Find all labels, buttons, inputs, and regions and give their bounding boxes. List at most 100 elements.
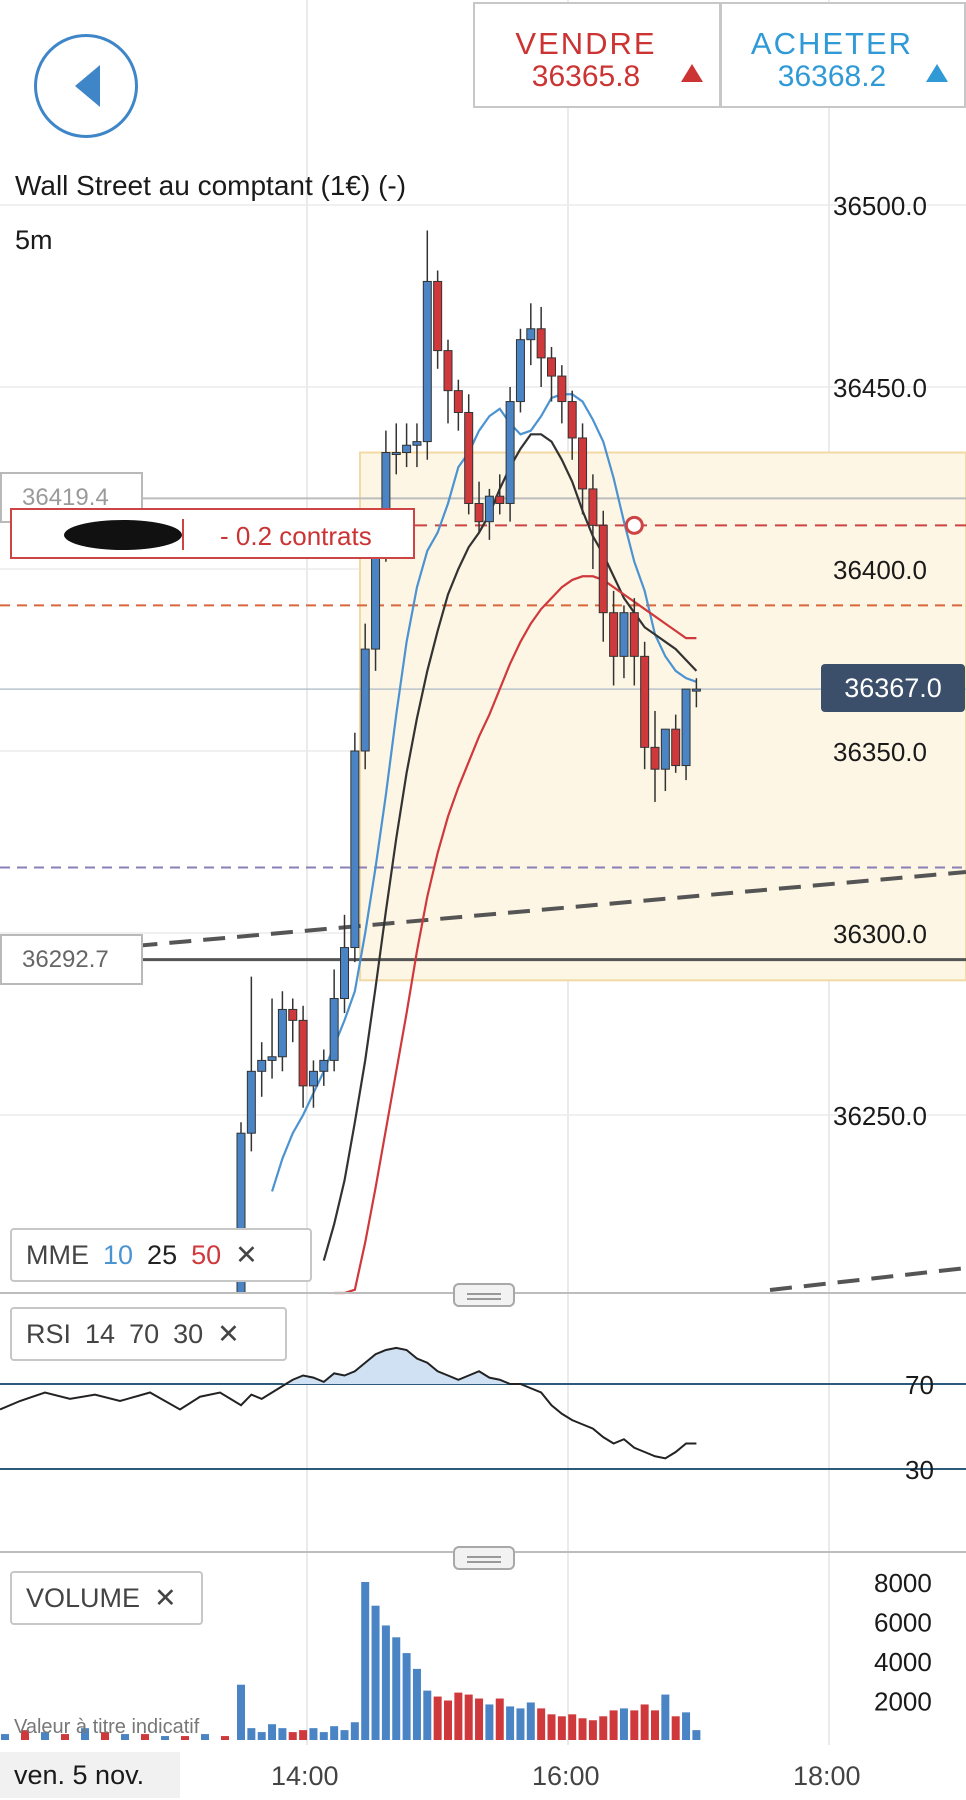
- pane-resize-handle[interactable]: [453, 1283, 515, 1307]
- price-axis-label: 36400.0: [833, 555, 927, 585]
- horizontal-line-label-lower[interactable]: 36292.7: [0, 934, 143, 985]
- ema-legend-name: MME: [26, 1240, 89, 1270]
- volume-bar-up: [412, 1668, 421, 1740]
- position-marker: [624, 515, 644, 535]
- last-price-badge: 36367.0: [821, 664, 965, 712]
- volume-bar-down: [671, 1716, 680, 1740]
- candle-up: [412, 441, 422, 446]
- volume-bar-up: [268, 1724, 277, 1740]
- pane-resize-handle[interactable]: [453, 1546, 515, 1570]
- candle-down: [536, 328, 546, 359]
- candle-down: [443, 350, 453, 392]
- candle-up: [350, 750, 360, 949]
- candle-up: [319, 1059, 329, 1072]
- volume-bar-down: [630, 1710, 639, 1740]
- buy-button[interactable]: ACHETER 36368.2: [720, 2, 966, 108]
- volume-bar-up: [361, 1582, 370, 1740]
- candle-down: [598, 524, 608, 614]
- time-axis-label: 16:00: [532, 1761, 600, 1791]
- candle-down: [557, 375, 567, 403]
- highlight-zone: [359, 451, 966, 982]
- volume-bar-down: [599, 1716, 608, 1740]
- position-separator: [182, 519, 184, 550]
- volume-bar-up: [350, 1722, 359, 1740]
- candle-up: [526, 328, 536, 341]
- volume-bar-down: [444, 1700, 452, 1740]
- ema-period-25: 25: [147, 1240, 178, 1270]
- candle-up: [681, 688, 691, 767]
- candle-down: [567, 401, 577, 439]
- volume-axis-label: 2000: [874, 1687, 932, 1717]
- volume-bar-up: [402, 1653, 411, 1740]
- back-button[interactable]: [34, 34, 138, 138]
- candle-up: [360, 648, 370, 752]
- candle-down: [288, 1008, 298, 1021]
- volume-bar-up: [485, 1704, 494, 1740]
- volume-bar-up: [278, 1728, 287, 1740]
- close-icon[interactable]: ✕: [235, 1240, 258, 1270]
- price-chart[interactable]: 36500.0 36450.0 36400.0 36350.0 36300.0 36250…: [0, 0, 966, 1800]
- volume-bar-down: [578, 1718, 587, 1740]
- back-arrow-icon: [75, 65, 100, 107]
- volume-bar-up: [692, 1730, 701, 1740]
- rsi-upper: 70: [129, 1319, 160, 1349]
- candle-down: [609, 612, 619, 657]
- ema-legend[interactable]: MME 10 25 50 ✕: [10, 1228, 312, 1282]
- volume-bar-up: [309, 1728, 318, 1740]
- candle-up: [277, 1008, 287, 1058]
- candle-down: [578, 437, 588, 490]
- candle-down: [547, 357, 556, 377]
- volume-bar-up: [506, 1706, 515, 1740]
- volume-axis-label: 4000: [874, 1647, 932, 1677]
- rsi-axis-label: 70: [905, 1370, 934, 1400]
- candle-down: [298, 1019, 308, 1087]
- ema-period-50: 50: [191, 1240, 222, 1270]
- volume-bar-up: [682, 1712, 691, 1740]
- rsi-overbought-area: [241, 1347, 697, 1384]
- sell-label: VENDRE: [515, 26, 657, 61]
- instrument-title: Wall Street au comptant (1€) (-): [15, 170, 407, 201]
- trend-line-second: [769, 1266, 966, 1292]
- timeframe-label[interactable]: 5m: [15, 225, 53, 256]
- candle-down: [474, 502, 484, 523]
- sell-button[interactable]: VENDRE 36365.8: [473, 2, 721, 108]
- candle-up: [505, 401, 515, 504]
- rsi-axis-label: 30: [905, 1455, 934, 1485]
- volume-axis-label: 6000: [874, 1608, 932, 1638]
- candle-down: [495, 495, 505, 504]
- volume-bar-up: [371, 1605, 380, 1740]
- candle-up: [660, 728, 670, 770]
- candle-up: [391, 452, 401, 456]
- price-axis-label: 36450.0: [833, 373, 927, 403]
- volume-bar-down: [454, 1692, 463, 1740]
- price-axis-label: 36500.0: [833, 191, 927, 221]
- volume-bar-up: [392, 1637, 401, 1740]
- volume-bar-down: [651, 1710, 659, 1740]
- close-icon[interactable]: ✕: [154, 1583, 177, 1613]
- volume-bar-down: [609, 1710, 618, 1740]
- candle-up: [308, 1070, 318, 1087]
- candle-up: [329, 998, 339, 1061]
- volume-bar-up: [661, 1694, 670, 1740]
- position-size: - 0.2 contrats: [220, 521, 372, 551]
- time-axis-label: 18:00: [793, 1761, 861, 1791]
- volume-bar-up: [237, 1684, 245, 1740]
- date-label: ven. 5 nov.: [0, 1752, 180, 1798]
- rsi-legend[interactable]: RSI 14 70 30 ✕: [10, 1307, 287, 1361]
- volume-bar-up: [516, 1708, 525, 1740]
- volume-bar-down: [557, 1716, 566, 1740]
- open-position-tag[interactable]: - 0.2 contrats: [10, 508, 415, 559]
- rsi-line: [0, 1346, 697, 1460]
- buy-label: ACHETER: [750, 26, 914, 61]
- close-icon[interactable]: ✕: [217, 1319, 240, 1349]
- volume-bar-down: [640, 1704, 649, 1740]
- volume-bar-down: [588, 1720, 597, 1740]
- volume-bar-down: [464, 1694, 473, 1740]
- candle-down: [464, 411, 474, 504]
- volume-bar-down: [433, 1696, 442, 1740]
- volume-legend[interactable]: VOLUME ✕: [10, 1571, 203, 1625]
- volume-bar-down: [475, 1698, 484, 1740]
- volume-bar-up: [330, 1726, 339, 1740]
- candle-down: [671, 728, 681, 767]
- candle-up: [691, 688, 701, 692]
